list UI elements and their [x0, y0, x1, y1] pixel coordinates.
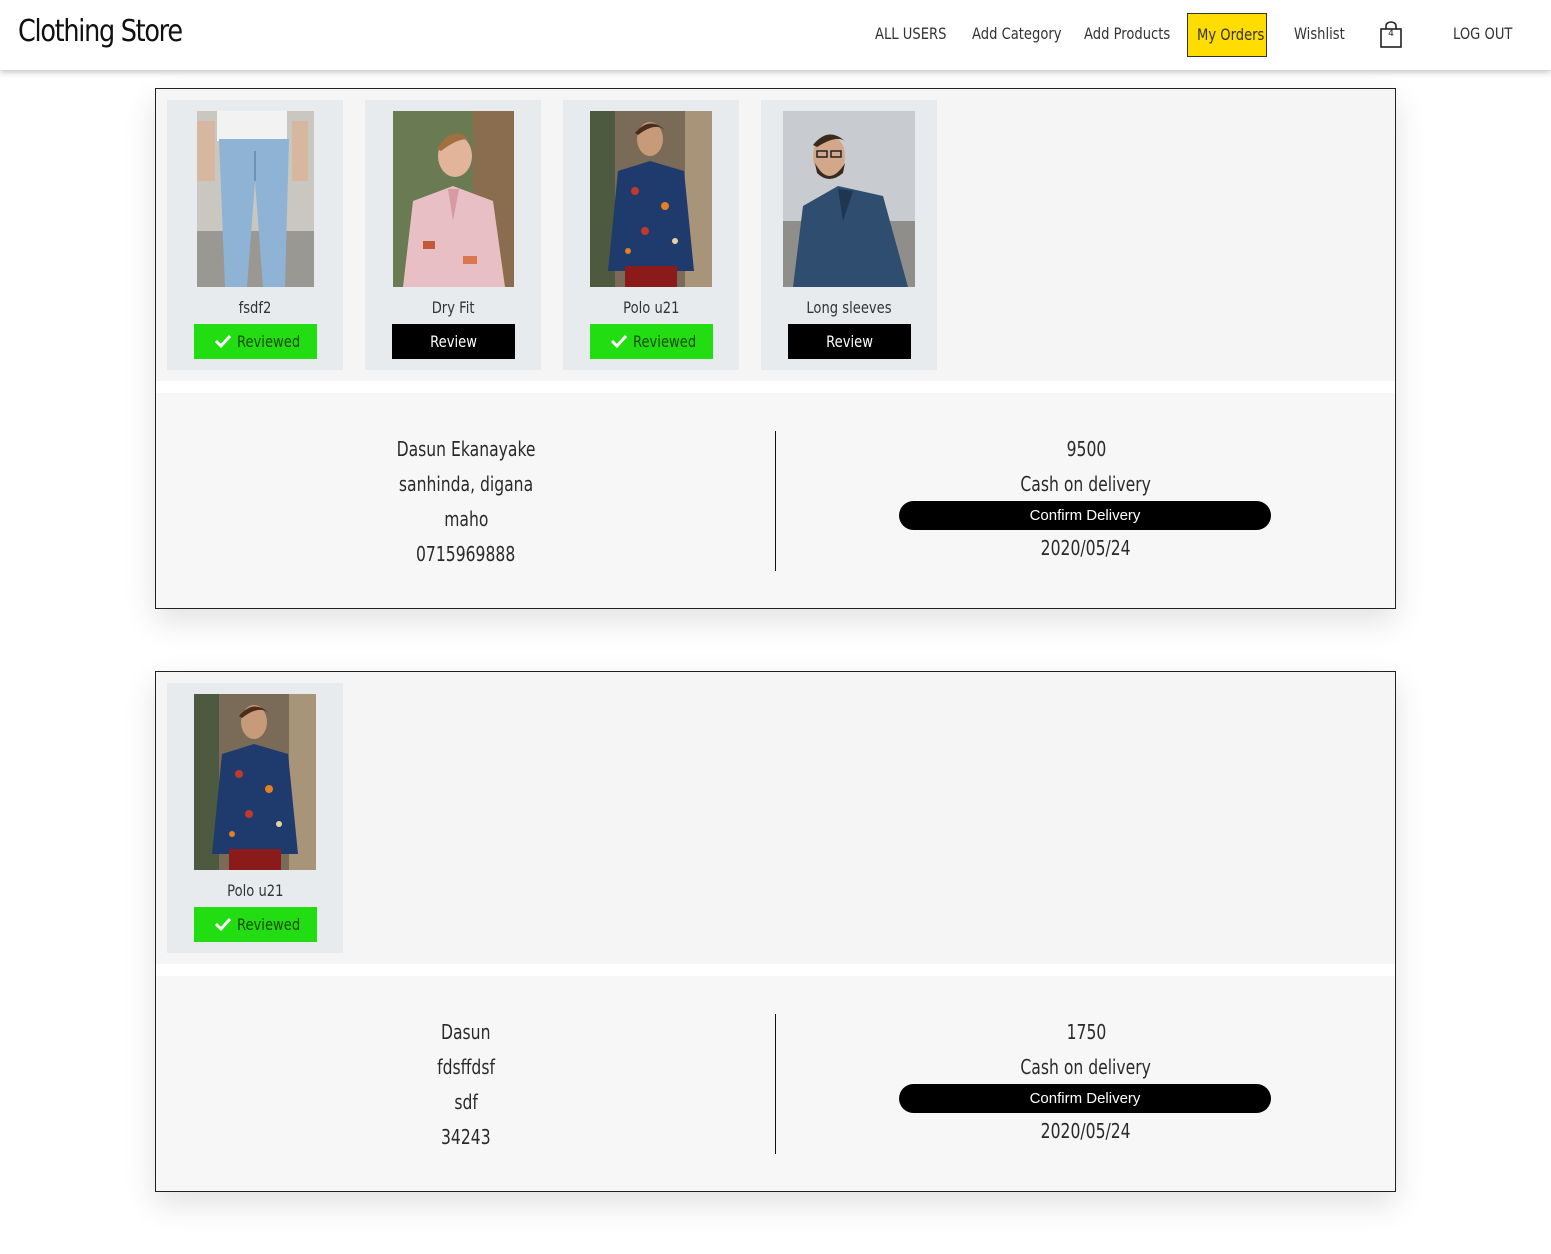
order-items: Polo u21 Reviewed: [156, 672, 1395, 964]
check-icon: [214, 917, 232, 932]
reviewed-button[interactable]: Reviewed: [194, 907, 317, 942]
customer-address: sanhinda, digana: [398, 472, 534, 496]
brand-logo[interactable]: Clothing Store: [18, 14, 183, 49]
nav-all-users[interactable]: ALL USERS: [875, 24, 946, 43]
order-card: Polo u21 Reviewed Dasun fdsffdsf sdf 342…: [155, 671, 1396, 1192]
review-button[interactable]: Review: [788, 324, 911, 359]
order-item: Polo u21 Reviewed: [563, 100, 739, 370]
order-total: 1750: [1066, 1020, 1106, 1044]
nav-my-orders[interactable]: My Orders: [1187, 13, 1267, 57]
reviewed-button[interactable]: Reviewed: [590, 324, 713, 359]
order-total: 9500: [1066, 437, 1106, 461]
product-image: [393, 111, 514, 287]
confirm-delivery-button[interactable]: Confirm Delivery: [899, 501, 1271, 530]
cart-button[interactable]: 4: [1378, 21, 1404, 49]
nav-add-category[interactable]: Add Category: [972, 24, 1062, 43]
customer-city: sdf: [454, 1090, 478, 1114]
order-details: Dasun fdsffdsf sdf 34243 1750 Cash on de…: [156, 976, 1395, 1191]
product-image: [197, 111, 314, 287]
customer-name: Dasun Ekanayake: [396, 437, 536, 461]
section-divider: [156, 964, 1395, 976]
order-item: Polo u21 Reviewed: [167, 683, 343, 953]
nav-wishlist[interactable]: Wishlist: [1294, 24, 1345, 43]
customer-address: fdsffdsf: [437, 1055, 495, 1079]
confirm-delivery-button[interactable]: Confirm Delivery: [899, 1084, 1271, 1113]
review-button[interactable]: Review: [392, 324, 515, 359]
order-date: 2020/05/24: [1041, 536, 1131, 560]
cart-count-badge: 4: [1388, 29, 1394, 39]
nav-my-orders-label: My Orders: [1197, 25, 1265, 44]
check-icon: [214, 334, 232, 349]
top-navbar: Clothing Store ALL USERS Add Category Ad…: [0, 0, 1551, 70]
order-item: fsdf2 Reviewed: [167, 100, 343, 370]
order-item: Dry Fit Review: [365, 100, 541, 370]
reviewed-button[interactable]: Reviewed: [194, 324, 317, 359]
product-name: Polo u21: [622, 298, 680, 317]
product-name: fsdf2: [238, 298, 272, 317]
nav-add-products[interactable]: Add Products: [1084, 24, 1170, 43]
order-items: fsdf2 Reviewed Dry Fit Review Polo u21 R…: [156, 89, 1395, 381]
product-name: Polo u21: [226, 881, 284, 900]
payment-method: Cash on delivery: [1020, 472, 1152, 496]
customer-phone: 34243: [441, 1125, 491, 1149]
nav-logout[interactable]: LOG OUT: [1453, 24, 1512, 43]
order-details: Dasun Ekanayake sanhinda, digana maho 07…: [156, 393, 1395, 608]
product-name: Long sleeves: [806, 298, 892, 317]
product-image: [194, 694, 316, 870]
customer-city: maho: [443, 507, 489, 531]
section-divider: [156, 381, 1395, 393]
order-card: fsdf2 Reviewed Dry Fit Review Polo u21 R…: [155, 88, 1396, 609]
product-name: Dry Fit: [431, 298, 475, 317]
order-item: Long sleeves Review: [761, 100, 937, 370]
product-image: [783, 111, 915, 287]
order-date: 2020/05/24: [1041, 1119, 1131, 1143]
customer-name: Dasun: [441, 1020, 491, 1044]
payment-method: Cash on delivery: [1020, 1055, 1152, 1079]
check-icon: [610, 334, 628, 349]
customer-phone: 0715969888: [416, 542, 516, 566]
product-image: [590, 111, 712, 287]
